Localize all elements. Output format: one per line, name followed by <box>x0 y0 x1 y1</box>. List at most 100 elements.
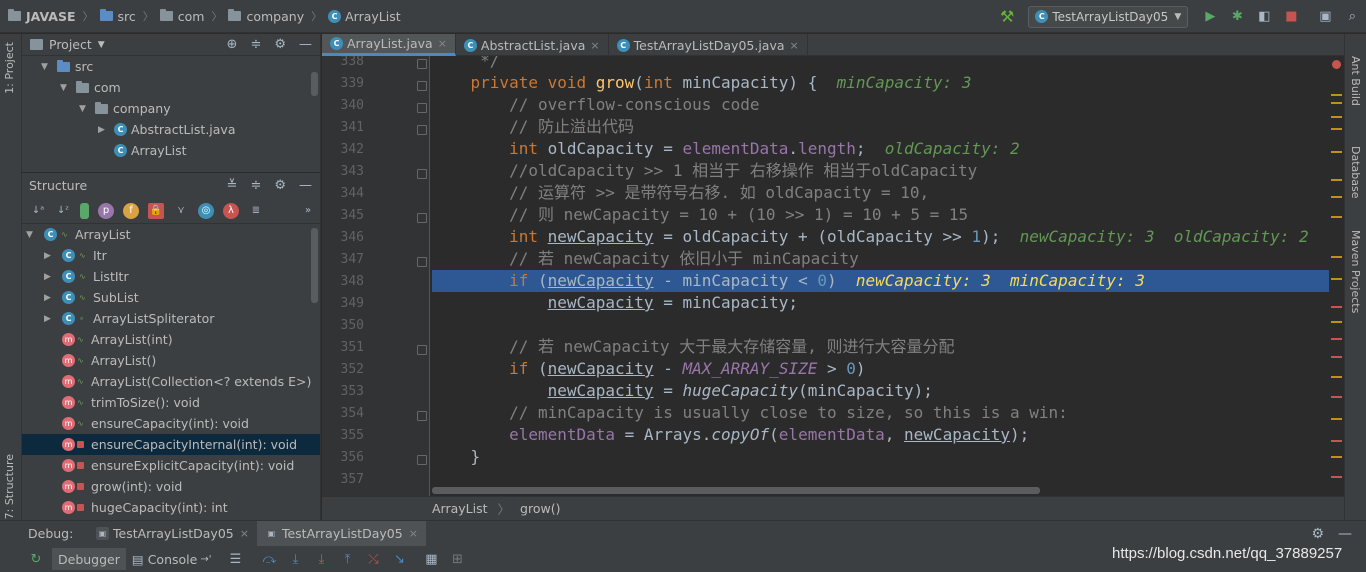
expanded-arrow-icon[interactable]: ▼ <box>26 230 36 240</box>
line-number[interactable]: 352 <box>322 362 364 377</box>
project-structure-icon[interactable]: ▣ <box>1317 9 1333 25</box>
autoscroll-icon[interactable]: ≣ <box>248 203 264 219</box>
sort-by-visibility-icon[interactable]: ↓ᵃ <box>30 203 46 219</box>
project-tree-item[interactable]: ▼ company <box>22 98 320 119</box>
structure-item[interactable]: ▼ C ∿ ArrayList <box>22 224 320 245</box>
line-number[interactable]: 349 <box>322 296 364 311</box>
close-icon[interactable]: × <box>438 37 447 50</box>
line-number[interactable]: 353 <box>322 384 364 399</box>
search-everywhere-icon[interactable]: ⌕ <box>1344 9 1360 25</box>
structure-scrollbar[interactable] <box>311 228 318 303</box>
close-icon[interactable]: × <box>790 39 799 52</box>
code-editor[interactable]: 338 339 340 341 342 343 344 345 346 347 348 349 350 3… <box>322 56 1344 496</box>
show-fields-icon[interactable]: f <box>123 202 139 219</box>
tab-database[interactable]: Database <box>1349 146 1362 199</box>
structure-item[interactable]: m ∿ ArrayList(Collection<? extends E>) <box>22 371 320 392</box>
project-scrollbar[interactable] <box>311 72 318 96</box>
line-number[interactable]: 341 <box>322 120 364 135</box>
collapsed-arrow-icon[interactable]: ▶ <box>44 272 54 282</box>
close-icon[interactable]: × <box>409 527 418 540</box>
editor-horizontal-scrollbar[interactable] <box>432 487 1040 494</box>
fold-marker[interactable] <box>417 455 427 465</box>
collapsed-arrow-icon[interactable]: ▶ <box>44 251 54 261</box>
line-number[interactable]: 348 <box>322 274 364 289</box>
structure-item[interactable]: m ∿ ensureCapacity(int): void <box>22 413 320 434</box>
breadcrumb-src[interactable]: src <box>99 9 136 24</box>
structure-item[interactable]: m ∿ trimToSize(): void <box>22 392 320 413</box>
structure-item[interactable]: m ensureCapacityInternal(int): void <box>22 434 320 455</box>
show-frames-icon[interactable]: ☰ <box>227 551 243 567</box>
evaluate-expression-icon[interactable]: ▦ <box>423 551 439 567</box>
gear-icon[interactable]: ⚙ <box>274 37 286 52</box>
step-into-icon[interactable]: ⤓ <box>287 551 303 567</box>
debug-session-tab[interactable]: ▣ TestArrayListDay05 × <box>256 520 426 547</box>
run-to-cursor-icon[interactable]: ↘ <box>391 551 407 567</box>
gear-icon[interactable]: ⚙ <box>1311 526 1324 542</box>
fold-marker[interactable] <box>417 257 427 267</box>
show-properties-icon[interactable]: p <box>98 202 114 219</box>
close-icon[interactable]: × <box>590 39 599 52</box>
line-number[interactable]: 338 <box>322 56 364 69</box>
gear-icon[interactable]: ⚙ <box>274 178 286 193</box>
line-number[interactable]: 351 <box>322 340 364 355</box>
tab-console[interactable]: ▤ Console →' <box>126 548 218 570</box>
structure-item[interactable]: m hugeCapacity(int): int <box>22 497 320 518</box>
line-number[interactable]: 346 <box>322 230 364 245</box>
structure-item[interactable]: m grow(int): void <box>22 476 320 497</box>
rerun-icon[interactable]: ↻ <box>28 551 44 567</box>
structure-item[interactable]: m ∿ ArrayList() <box>22 350 320 371</box>
fold-marker[interactable] <box>417 125 427 135</box>
collapsed-arrow-icon[interactable]: ▶ <box>44 293 54 303</box>
line-number[interactable]: 354 <box>322 406 364 421</box>
debug-session-tab[interactable]: ▣ TestArrayListDay05 × <box>88 521 257 547</box>
hide-icon[interactable]: — <box>299 178 312 193</box>
line-number[interactable]: 344 <box>322 186 364 201</box>
line-number[interactable]: 350 <box>322 318 364 333</box>
fold-marker[interactable] <box>417 213 427 223</box>
breadcrumb-com[interactable]: com <box>159 9 204 24</box>
project-tree-item[interactable]: C ArrayList <box>22 140 320 161</box>
line-number[interactable]: 347 <box>322 252 364 267</box>
structure-item[interactable]: m ensureExplicitCapacity(int): void <box>22 455 320 476</box>
show-inherited-icon[interactable] <box>80 202 89 219</box>
force-step-into-icon[interactable]: ⤓ <box>313 551 329 567</box>
drop-frame-icon[interactable]: ⤯ <box>365 551 381 567</box>
project-tree-item[interactable]: ▼ src <box>22 56 320 77</box>
editor-tab[interactable]: C TestArrayListDay05.java × <box>609 34 808 56</box>
build-hammer-icon[interactable]: ⚒ <box>1000 7 1014 26</box>
sort-alpha-icon[interactable]: ↓ᶻ <box>55 203 71 219</box>
collapsed-arrow-icon[interactable]: ▶ <box>44 314 54 324</box>
breadcrumb-project[interactable]: JAVASE <box>8 9 76 24</box>
collapse-all-icon[interactable]: ≑ <box>250 178 261 193</box>
line-number[interactable]: 357 <box>322 472 364 487</box>
project-tree-item[interactable]: ▼ com <box>22 77 320 98</box>
show-lambda-icon[interactable]: λ <box>223 202 239 219</box>
hide-icon[interactable]: — <box>299 37 312 52</box>
tab-maven-projects[interactable]: Maven Projects <box>1349 230 1362 313</box>
collapse-icon[interactable]: ≑ <box>250 37 261 52</box>
fold-marker[interactable] <box>417 411 427 421</box>
chevron-down-icon[interactable]: ▼ <box>98 40 105 50</box>
run-configuration-select[interactable]: C TestArrayListDay05 ▼ <box>1028 5 1189 28</box>
collapsed-arrow-icon[interactable]: ▶ <box>98 125 108 135</box>
locate-icon[interactable]: ⊕ <box>227 37 238 52</box>
expanded-arrow-icon[interactable]: ▼ <box>79 104 89 114</box>
expand-all-icon[interactable]: ≚ <box>227 178 238 193</box>
error-stripe[interactable] <box>1329 56 1344 496</box>
line-number[interactable]: 339 <box>322 76 364 91</box>
step-over-icon[interactable]: ⤼ <box>261 551 277 567</box>
debug-bug-icon[interactable]: ✱ <box>1229 9 1245 25</box>
structure-item[interactable]: ▶ C ∿ ListItr <box>22 266 320 287</box>
hide-icon[interactable]: — <box>1338 526 1352 542</box>
coverage-icon[interactable]: ◧ <box>1256 9 1272 25</box>
breadcrumb-class[interactable]: C ArrayList <box>328 9 401 24</box>
fold-marker[interactable] <box>417 59 427 69</box>
step-out-icon[interactable]: ⤒ <box>339 551 355 567</box>
fold-marker[interactable] <box>417 345 427 355</box>
breadcrumb-company[interactable]: company <box>228 9 304 24</box>
stop-icon[interactable]: ■ <box>1283 9 1299 25</box>
line-number[interactable]: 343 <box>322 164 364 179</box>
fold-marker[interactable] <box>417 103 427 113</box>
expanded-arrow-icon[interactable]: ▼ <box>60 83 70 93</box>
line-number[interactable]: 356 <box>322 450 364 465</box>
